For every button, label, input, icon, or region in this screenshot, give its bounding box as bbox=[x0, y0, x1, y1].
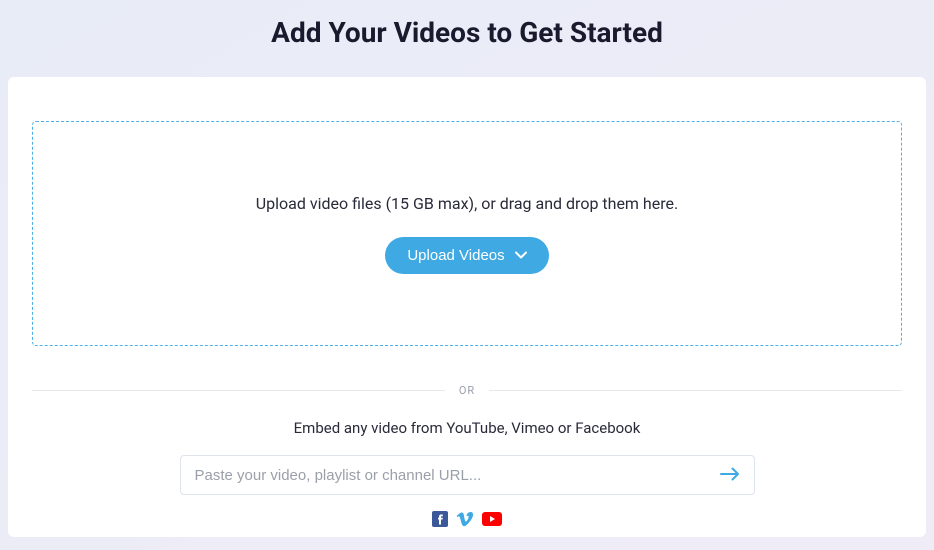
divider-label: OR bbox=[445, 384, 489, 397]
chevron-down-icon bbox=[515, 251, 527, 259]
divider-line-left bbox=[32, 390, 445, 391]
upload-videos-button[interactable]: Upload Videos bbox=[385, 237, 548, 274]
page-title: Add Your Videos to Get Started bbox=[0, 0, 934, 77]
video-url-input[interactable] bbox=[195, 467, 714, 484]
vimeo-icon bbox=[456, 511, 474, 527]
divider: OR bbox=[32, 384, 902, 397]
dropzone-instruction: Upload video files (15 GB max), or drag … bbox=[256, 194, 678, 213]
social-icons-row bbox=[8, 511, 926, 527]
facebook-icon bbox=[432, 511, 448, 527]
url-input-row bbox=[180, 455, 755, 495]
submit-url-button[interactable] bbox=[714, 461, 746, 490]
upload-dropzone[interactable]: Upload video files (15 GB max), or drag … bbox=[32, 121, 902, 346]
arrow-right-icon bbox=[720, 467, 740, 484]
upload-button-label: Upload Videos bbox=[407, 247, 504, 264]
main-card: Upload video files (15 GB max), or drag … bbox=[8, 77, 926, 537]
divider-line-right bbox=[489, 390, 902, 391]
youtube-icon bbox=[482, 512, 502, 526]
embed-instruction: Embed any video from YouTube, Vimeo or F… bbox=[8, 419, 926, 437]
